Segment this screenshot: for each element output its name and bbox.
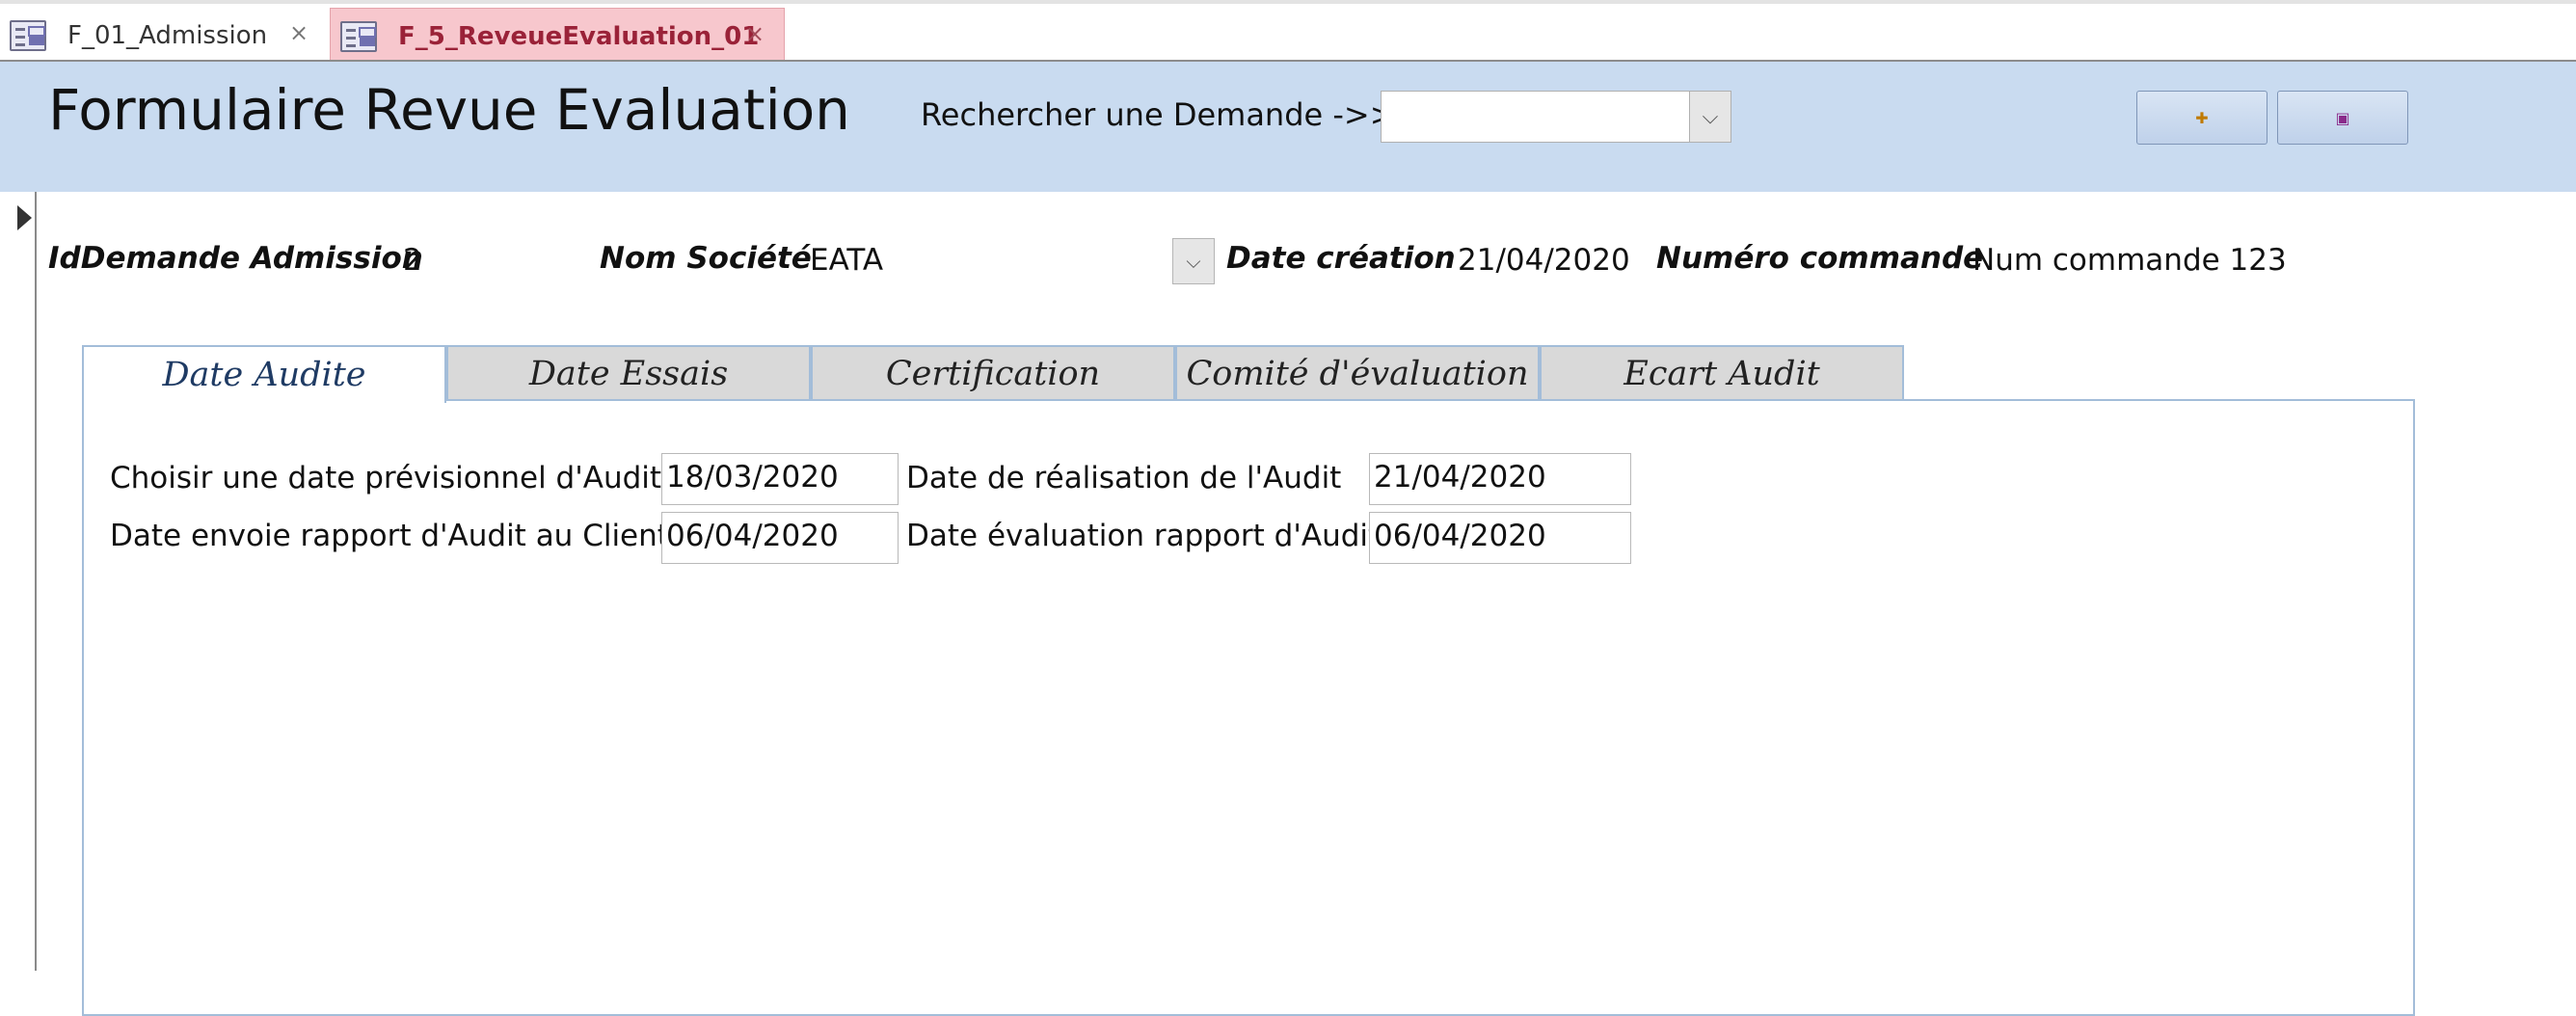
date-creation-value[interactable]: 21/04/2020 (1458, 243, 1630, 278)
form-header: Formulaire Revue Evaluation Rechercher u… (0, 62, 2576, 192)
current-record-arrow-icon (17, 205, 32, 230)
form-icon (10, 20, 46, 51)
tab-ecart-audit[interactable]: Ecart Audit (1540, 345, 1904, 401)
form-icon (340, 20, 377, 52)
doc-tab-label: F_01_Admission (67, 21, 268, 50)
date-previsionnel-label: Choisir une date prévisionnel d'Audit (110, 461, 662, 495)
new-record-icon: ✚ (2195, 108, 2209, 127)
search-combobox[interactable]: ⌵ (1381, 91, 1731, 143)
id-demande-value[interactable]: 2 (403, 243, 422, 278)
date-previsionnel-field[interactable]: 18/03/2020 (661, 453, 899, 505)
tab-comite-evaluation[interactable]: Comité d'évaluation (1175, 345, 1540, 401)
date-evaluation-rapport-field[interactable]: 06/04/2020 (1369, 512, 1631, 564)
date-creation-label: Date création (1226, 241, 1456, 276)
date-realisation-field[interactable]: 21/04/2020 (1369, 453, 1631, 505)
numero-commande-label: Numéro commande (1656, 241, 1984, 276)
id-demande-label: IdDemande Admission (48, 241, 423, 276)
date-evaluation-rapport-label: Date évaluation rapport d'Audit (906, 519, 1381, 553)
record-selector[interactable] (0, 192, 37, 971)
new-record-button[interactable]: ✚ (2136, 91, 2267, 145)
chevron-down-icon[interactable]: ⌵ (1689, 92, 1731, 142)
societe-dropdown-button[interactable]: ⌵ (1172, 238, 1215, 284)
date-realisation-label: Date de réalisation de l'Audit (906, 461, 1342, 495)
nom-societe-value[interactable]: EATA (810, 243, 883, 278)
doc-tab-label: F_5_ReveueEvaluation_01 (398, 21, 760, 51)
tab-date-audite[interactable]: Date Audite (82, 345, 446, 403)
save-icon: ▣ (2335, 108, 2350, 127)
tab-certification[interactable]: Certification (811, 345, 1175, 401)
document-tab-strip: F_01_Admission × F_5_ReveueEvaluation_01… (0, 0, 2576, 64)
numero-commande-value[interactable]: Num commande 123 (1972, 243, 2287, 278)
close-icon[interactable]: × (745, 20, 765, 47)
doc-tab-f01-admission[interactable]: F_01_Admission × (0, 8, 328, 64)
search-label: Rechercher une Demande ->> (921, 96, 1396, 133)
chevron-down-icon: ⌵ (1186, 250, 1201, 273)
nom-societe-label: Nom Société (600, 241, 812, 276)
date-envoi-rapport-label: Date envoie rapport d'Audit au Client (110, 519, 669, 553)
save-record-button[interactable]: ▣ (2277, 91, 2408, 145)
doc-tab-f5-revue-evaluation[interactable]: F_5_ReveueEvaluation_01 × (330, 8, 785, 64)
page-title: Formulaire Revue Evaluation (48, 77, 850, 143)
date-envoi-rapport-field[interactable]: 06/04/2020 (661, 512, 899, 564)
close-icon[interactable]: × (289, 19, 309, 46)
tab-date-essais[interactable]: Date Essais (446, 345, 811, 401)
